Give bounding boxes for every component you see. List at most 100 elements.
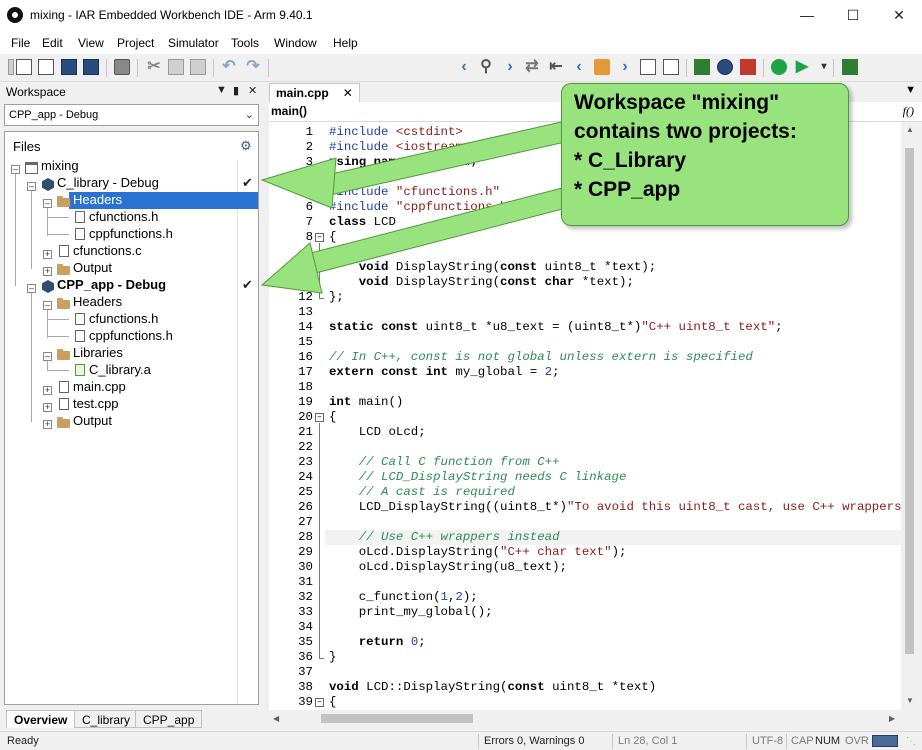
tab-overview[interactable]: Overview bbox=[6, 710, 76, 728]
code-line[interactable]: // In C++, const is not global unless ex… bbox=[329, 350, 753, 365]
tree-item-output-2[interactable]: Output bbox=[73, 413, 112, 428]
make-icon[interactable] bbox=[717, 59, 733, 75]
code-line[interactable]: } bbox=[329, 650, 336, 665]
code-line[interactable]: }; bbox=[329, 290, 344, 305]
menu-tools[interactable]: Tools bbox=[231, 36, 259, 50]
code-line[interactable]: { bbox=[329, 410, 336, 425]
menu-project[interactable]: Project bbox=[117, 36, 154, 50]
new-file-icon[interactable] bbox=[16, 59, 32, 75]
horizontal-scroll-thumb[interactable] bbox=[321, 714, 473, 723]
paste-icon[interactable] bbox=[190, 59, 206, 75]
tree-item-headers-2[interactable]: Headers bbox=[73, 294, 122, 309]
tree-item-test-cpp[interactable]: test.cpp bbox=[73, 396, 119, 411]
go-to-next-icon[interactable] bbox=[663, 59, 679, 75]
open-file-icon[interactable] bbox=[38, 59, 54, 75]
scroll-up-icon[interactable]: ▲ bbox=[906, 125, 914, 134]
code-line[interactable]: #include <iostream> bbox=[329, 140, 470, 155]
tree-item-output[interactable]: Output bbox=[73, 260, 112, 275]
tree-item-main-cpp[interactable]: main.cpp bbox=[73, 379, 126, 394]
code-line[interactable]: { bbox=[329, 695, 336, 710]
vertical-scrollbar[interactable]: ▲ ▼ bbox=[901, 122, 918, 710]
find-icon[interactable]: ⚲ bbox=[478, 59, 494, 75]
compile-icon[interactable] bbox=[694, 59, 710, 75]
tree-item-cppfunctions-h-2[interactable]: cppfunctions.h bbox=[89, 328, 173, 343]
expand-toggle[interactable]: + bbox=[43, 267, 52, 276]
cut-icon[interactable]: ✂ bbox=[146, 59, 162, 75]
toolbar-options-icon[interactable] bbox=[842, 59, 858, 75]
tree-item-cfunctions-c[interactable]: cfunctions.c bbox=[73, 243, 142, 258]
find-previous-icon[interactable]: ‹ bbox=[456, 59, 472, 75]
bookmark-icon[interactable] bbox=[594, 59, 610, 75]
code-line[interactable]: oLcd.DisplayString("C++ char text"); bbox=[329, 545, 627, 560]
scroll-down-icon[interactable]: ▼ bbox=[906, 696, 914, 705]
code-line[interactable]: // Call C function from C++ bbox=[329, 455, 560, 470]
code-line[interactable]: using namespace std; bbox=[329, 155, 478, 170]
copy-icon[interactable] bbox=[168, 59, 184, 75]
navigate-forward-icon[interactable]: › bbox=[617, 59, 633, 75]
menu-simulator[interactable]: Simulator bbox=[168, 36, 219, 50]
tab-list-icon[interactable]: ▼ bbox=[905, 84, 916, 96]
close-button[interactable]: ✕ bbox=[876, 0, 922, 31]
menu-edit[interactable]: Edit bbox=[42, 36, 63, 50]
scroll-right-icon[interactable]: ▶ bbox=[889, 714, 895, 723]
gear-icon[interactable]: ⚙ bbox=[240, 138, 252, 154]
tree-item-libraries[interactable]: Libraries bbox=[73, 345, 123, 360]
tree-item-cfunctions-h-2[interactable]: cfunctions.h bbox=[89, 311, 158, 326]
code-line[interactable]: void DisplayString(const char *text); bbox=[329, 275, 634, 290]
code-line[interactable]: print_my_global(); bbox=[329, 605, 493, 620]
configuration-select[interactable]: CPP_app - Debug ⌄ bbox=[4, 104, 259, 126]
expand-toggle[interactable]: + bbox=[43, 250, 52, 259]
tree-item-c-library-project[interactable]: C_library - Debug bbox=[57, 175, 159, 190]
tree-item-cppfunctions-h[interactable]: cppfunctions.h bbox=[89, 226, 173, 241]
code-line[interactable]: void LCD::DisplayString(const uint8_t *t… bbox=[329, 680, 656, 695]
expand-toggle[interactable]: + bbox=[43, 403, 52, 412]
collapse-toggle[interactable]: – bbox=[11, 165, 20, 174]
tree-item-headers[interactable]: Headers bbox=[73, 192, 122, 207]
tree-item-cpp-app-project[interactable]: CPP_app - Debug bbox=[57, 277, 166, 292]
code-line[interactable]: class LCD bbox=[329, 215, 396, 230]
code-line[interactable]: c_function(1,2); bbox=[329, 590, 478, 605]
vertical-scroll-thumb[interactable] bbox=[905, 148, 914, 654]
collapse-toggle[interactable]: – bbox=[43, 352, 52, 361]
tree-item-mixing[interactable]: mixing bbox=[41, 158, 79, 173]
code-line[interactable]: public: bbox=[329, 245, 381, 260]
collapse-toggle[interactable]: – bbox=[43, 301, 52, 310]
code-line[interactable]: #include "cfunctions.h" bbox=[329, 185, 500, 200]
expand-toggle[interactable]: + bbox=[43, 386, 52, 395]
code-line[interactable]: return 0; bbox=[329, 635, 426, 650]
code-line[interactable]: int main() bbox=[329, 395, 403, 410]
code-line[interactable]: #include <cstdint> bbox=[329, 125, 463, 140]
panel-close-icon[interactable]: ✕ bbox=[248, 84, 257, 97]
print-icon[interactable] bbox=[114, 59, 130, 75]
horizontal-scrollbar[interactable]: ◀ ▶ bbox=[269, 710, 901, 727]
tab-main-cpp[interactable]: main.cpp ✕ bbox=[269, 83, 360, 102]
code-line[interactable]: // Use C++ wrappers instead bbox=[329, 530, 560, 545]
scroll-left-icon[interactable]: ◀ bbox=[273, 714, 279, 723]
tree-item-c-library-a[interactable]: C_library.a bbox=[89, 362, 151, 377]
redo-icon[interactable]: ↷ bbox=[245, 59, 261, 75]
go-to-icon[interactable] bbox=[640, 59, 656, 75]
tree-item-cfunctions-h[interactable]: cfunctions.h bbox=[89, 209, 158, 224]
menu-file[interactable]: File bbox=[11, 36, 30, 50]
code-line[interactable]: // LCD_DisplayString needs C linkage bbox=[329, 470, 627, 485]
function-context[interactable]: main() bbox=[271, 104, 307, 118]
find-next-icon[interactable]: › bbox=[502, 59, 518, 75]
menu-window[interactable]: Window bbox=[274, 36, 317, 50]
navigate-back-icon[interactable]: ‹ bbox=[571, 59, 587, 75]
code-line[interactable]: LCD oLcd; bbox=[329, 425, 426, 440]
code-line[interactable]: LCD_DisplayString((uint8_t*)"To avoid th… bbox=[329, 500, 901, 515]
find-in-files-icon[interactable]: ⇄ bbox=[524, 59, 540, 75]
code-line[interactable]: static const uint8_t *u8_text = (uint8_t… bbox=[329, 320, 783, 335]
tab-cpp-app[interactable]: CPP_app bbox=[135, 710, 203, 728]
stop-build-icon[interactable] bbox=[740, 59, 756, 75]
code-line[interactable]: // A cast is required bbox=[329, 485, 515, 500]
function-list-icon[interactable]: f() bbox=[903, 104, 914, 119]
close-tab-icon[interactable]: ✕ bbox=[343, 86, 353, 100]
collapse-toggle[interactable]: – bbox=[27, 284, 36, 293]
tab-c-library[interactable]: C_library bbox=[74, 710, 139, 728]
pin-icon[interactable]: ▮ bbox=[233, 84, 239, 97]
panel-menu-icon[interactable]: ▼ bbox=[216, 84, 227, 96]
undo-icon[interactable]: ↶ bbox=[221, 59, 237, 75]
collapse-toggle[interactable]: – bbox=[43, 199, 52, 208]
save-all-icon[interactable] bbox=[83, 59, 99, 75]
